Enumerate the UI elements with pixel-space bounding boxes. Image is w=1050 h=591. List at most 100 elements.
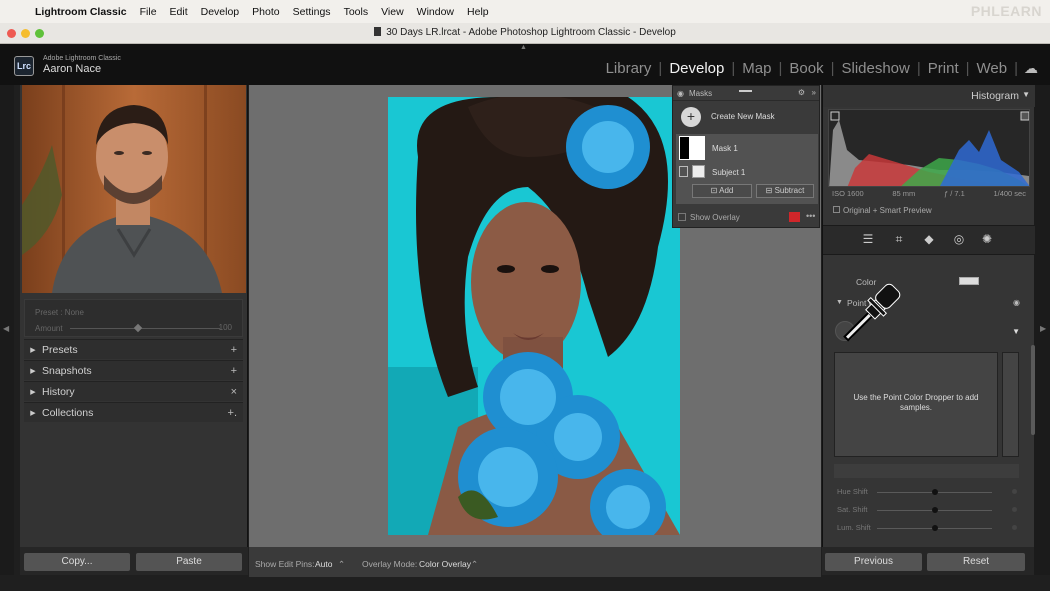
hue-shift-slider[interactable]: Hue Shift <box>837 486 1017 498</box>
dropdown-chevron-icon[interactable]: ⌃ <box>338 559 345 570</box>
right-panel-toggle-icon[interactable]: ▶ <box>1040 324 1046 333</box>
menu-edit[interactable]: Edit <box>170 6 188 18</box>
masks-panel-header: ◉ Masks ⚙ » <box>673 86 819 101</box>
left-panel-toggle-icon[interactable]: ◀ <box>3 324 9 333</box>
identity-plate: Adobe Lightroom Classic Aaron Nace <box>43 55 121 75</box>
show-overlay-row: Show Overlay ••• <box>678 211 818 225</box>
show-edit-pins-select[interactable]: Auto <box>315 559 333 569</box>
slider-knob[interactable] <box>931 489 938 495</box>
smart-preview-icon[interactable] <box>833 206 840 213</box>
expand-triangle-icon: ▶ <box>30 346 36 354</box>
mask-name: Mask 1 <box>712 144 738 153</box>
menu-settings[interactable]: Settings <box>293 6 331 18</box>
point-color-header[interactable]: ▼ Point Co ◉ <box>823 296 1035 312</box>
menu-window[interactable]: Window <box>417 6 454 18</box>
menu-tools[interactable]: Tools <box>344 6 369 18</box>
add-preset-icon[interactable]: + <box>231 344 237 356</box>
menu-app-name[interactable]: Lightroom Classic <box>35 6 127 18</box>
reset-button[interactable]: Reset <box>927 553 1025 571</box>
module-picker: Library | Develop | Map | Book | Slideshow | … <box>599 60 1038 77</box>
clear-history-icon[interactable]: × <box>231 386 237 398</box>
overlay-color-swatch[interactable] <box>789 212 800 222</box>
module-book[interactable]: Book <box>782 60 830 77</box>
edit-sliders-icon[interactable]: ☰ <box>861 232 875 246</box>
user-name: Aaron Nace <box>43 63 102 75</box>
edit-icon[interactable] <box>679 166 688 177</box>
top-panel-collapse-icon[interactable]: ▲ <box>520 44 527 51</box>
amount-slider[interactable] <box>70 328 220 329</box>
sat-shift-slider[interactable]: Sat. Shift <box>837 504 1017 516</box>
color-swatch[interactable] <box>959 277 979 285</box>
panel-presets-label: Presets <box>42 343 78 356</box>
dropdown-chevron-icon[interactable]: ⌃ <box>471 559 478 570</box>
point-color-dropper-button[interactable] <box>835 321 855 341</box>
collapse-triangle-icon[interactable]: ▼ <box>1022 90 1030 99</box>
photo-preview[interactable] <box>388 97 680 535</box>
settings-icon[interactable]: ⚙ <box>798 88 805 97</box>
overlay-mode-select[interactable]: Color Overlay <box>419 559 471 569</box>
overlay-mode-label: Overlay Mode: <box>362 559 418 569</box>
subtract-icon: ⊟ <box>765 186 775 195</box>
lum-shift-slider[interactable]: Lum. Shift <box>837 522 1017 534</box>
show-overlay-checkbox[interactable] <box>678 213 686 221</box>
menu-help[interactable]: Help <box>467 6 489 18</box>
create-new-mask-button[interactable]: + Create New Mask <box>673 102 819 132</box>
panel-history[interactable]: ▶ History × <box>24 381 243 401</box>
sat-shift-label: Sat. Shift <box>837 505 868 514</box>
module-library[interactable]: Library <box>599 60 659 77</box>
left-panel-footer: Copy... Paste <box>20 547 248 575</box>
add-collection-icon[interactable]: +. <box>228 407 237 419</box>
crop-icon[interactable]: ⌗ <box>892 232 906 246</box>
menu-view[interactable]: View <box>381 6 404 18</box>
masking-icon[interactable]: ✺ <box>980 232 994 246</box>
panel-snapshots[interactable]: ▶ Snapshots + <box>24 360 243 380</box>
slider-knob[interactable] <box>931 507 938 513</box>
eye-icon[interactable]: ◉ <box>677 89 684 98</box>
amount-slider-knob[interactable] <box>133 323 143 333</box>
module-map[interactable]: Map <box>735 60 778 77</box>
tool-strip: ☰ ⌗ ◆ ◎ ✺ <box>823 225 1035 255</box>
subtract-mask-button[interactable]: ⊟ Subtract <box>756 184 814 198</box>
add-snapshot-icon[interactable]: + <box>231 365 237 377</box>
histogram[interactable] <box>828 109 1030 187</box>
module-print[interactable]: Print <box>921 60 966 77</box>
module-develop[interactable]: Develop <box>662 60 731 77</box>
histogram-header[interactable]: Histogram ▼ <box>823 85 1035 107</box>
dropdown-triangle-icon[interactable]: ▼ <box>1012 327 1020 336</box>
point-color-label: Point Co <box>847 298 880 308</box>
paste-settings-button[interactable]: Paste <box>136 553 242 571</box>
slider-knob[interactable] <box>931 525 938 531</box>
panel-presets[interactable]: ▶ Presets + <box>24 339 243 359</box>
color-label: Color <box>856 277 877 287</box>
mask-item[interactable]: Mask 1 Subject 1 ⊡ Add ⊟ Subtract <box>676 134 818 204</box>
drag-handle[interactable] <box>739 90 752 92</box>
collapse-icon[interactable]: » <box>812 88 816 97</box>
reset-dot[interactable] <box>1012 525 1017 530</box>
previous-button[interactable]: Previous <box>825 553 922 571</box>
healing-icon[interactable]: ◆ <box>922 232 936 246</box>
reset-dot[interactable] <box>1012 489 1017 494</box>
product-name: Adobe Lightroom Classic <box>43 55 121 62</box>
right-panel-scrollbar[interactable] <box>1031 345 1035 435</box>
red-eye-icon[interactable]: ◎ <box>952 232 966 246</box>
more-options-icon[interactable]: ••• <box>806 211 815 221</box>
module-separator: | <box>1014 60 1018 77</box>
histogram-title: Histogram <box>971 90 1019 102</box>
module-slideshow[interactable]: Slideshow <box>834 60 916 77</box>
copy-settings-button[interactable]: Copy... <box>24 553 130 571</box>
add-icon: ⊡ <box>710 186 720 195</box>
module-web[interactable]: Web <box>970 60 1015 77</box>
panel-collections[interactable]: ▶ Collections +. <box>24 402 243 422</box>
cloud-sync-icon[interactable]: ☁ <box>1024 60 1038 77</box>
window-title: 30 Days LR.lrcat - Adobe Photoshop Light… <box>386 27 676 38</box>
point-color-samples-area[interactable]: Use the Point Color Dropper to add sampl… <box>834 352 998 457</box>
plus-icon: + <box>681 107 701 127</box>
menu-file[interactable]: File <box>140 6 157 18</box>
visibility-icon[interactable]: ◉ <box>1013 298 1020 307</box>
component-name[interactable]: Subject 1 <box>712 168 745 177</box>
reset-dot[interactable] <box>1012 507 1017 512</box>
amount-label: Amount <box>35 324 63 333</box>
menu-photo[interactable]: Photo <box>252 6 279 18</box>
menu-develop[interactable]: Develop <box>201 6 240 18</box>
add-mask-button[interactable]: ⊡ Add <box>692 184 752 198</box>
